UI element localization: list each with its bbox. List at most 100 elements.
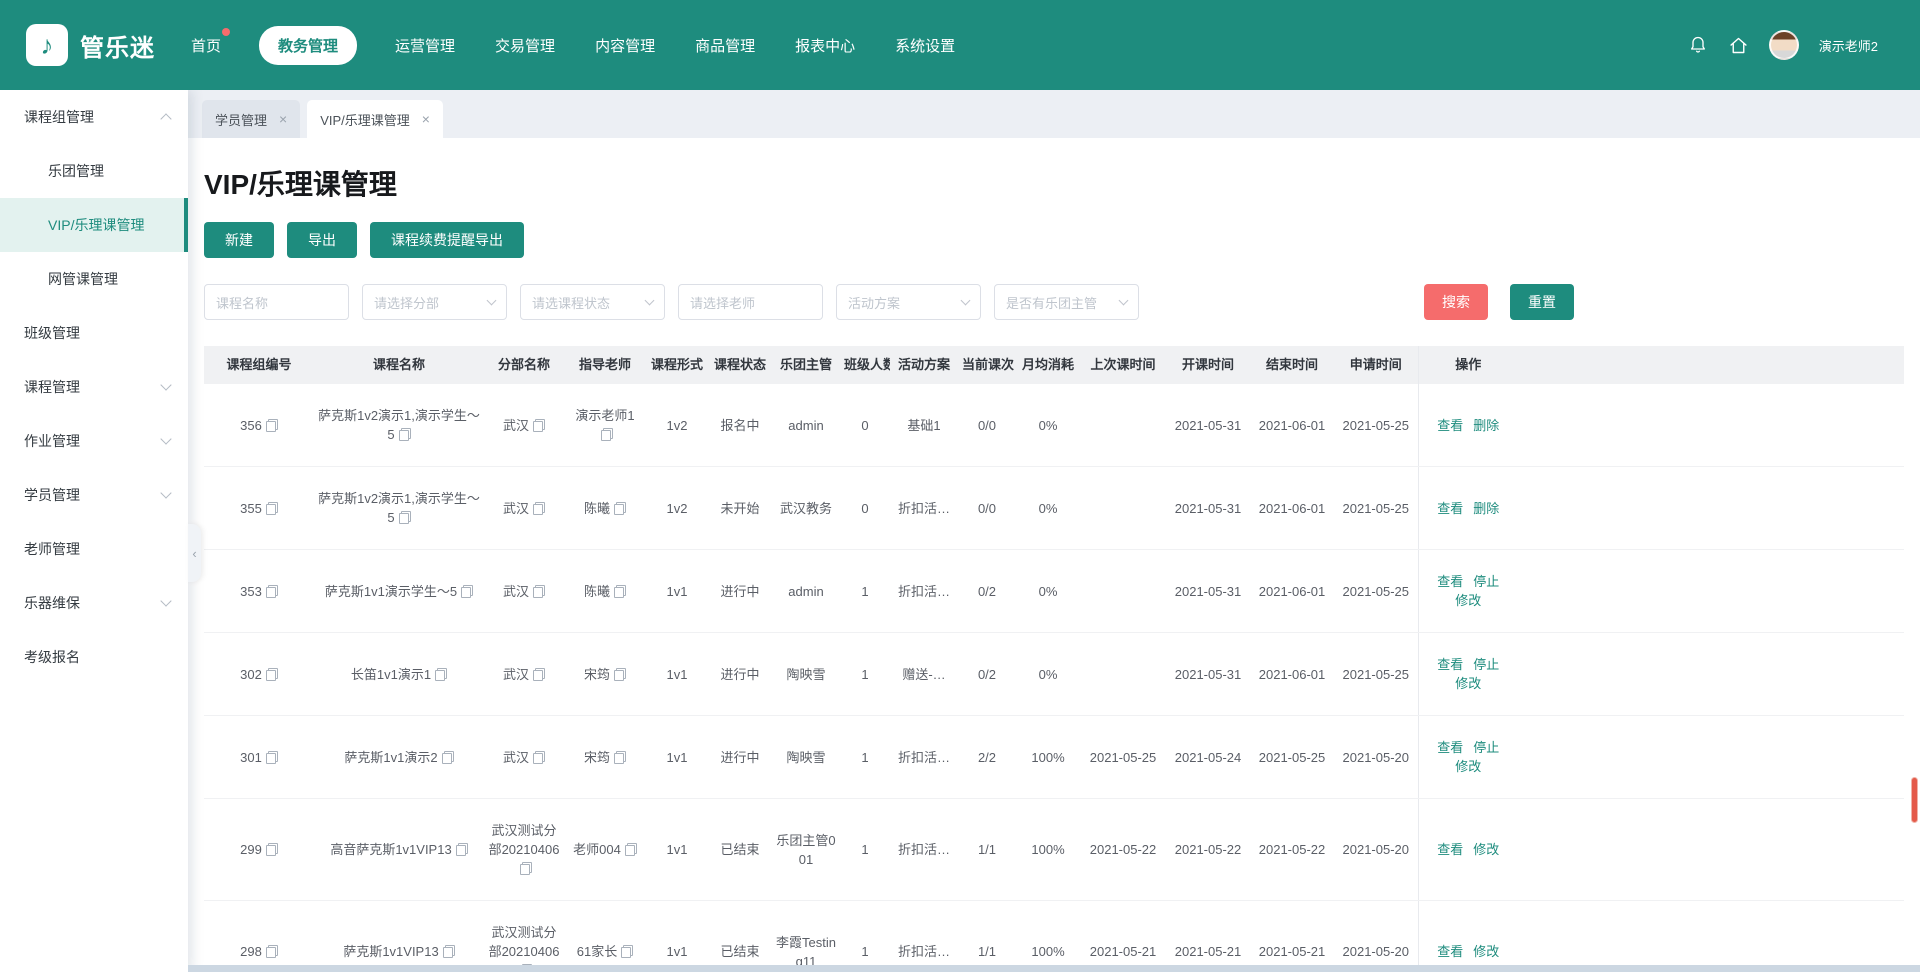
copy-icon[interactable] — [442, 945, 455, 958]
nav-item-7[interactable]: 系统设置 — [893, 26, 957, 65]
sidebar-item-4[interactable]: 班级管理 — [0, 306, 188, 360]
copy-icon[interactable] — [614, 667, 626, 681]
action-edit[interactable]: 修改 — [1455, 593, 1481, 608]
copy-icon[interactable] — [601, 428, 613, 441]
copy-icon[interactable] — [520, 862, 532, 875]
avatar[interactable] — [1768, 30, 1799, 60]
create-button[interactable]: 新建 — [204, 222, 274, 258]
cell-text-manager: admin — [788, 583, 824, 599]
filter-select-4[interactable]: 活动方案 — [836, 284, 981, 320]
copy-icon[interactable] — [533, 418, 545, 432]
copy-icon[interactable] — [265, 945, 278, 958]
copy-icon[interactable] — [614, 584, 626, 598]
copy-icon[interactable] — [398, 428, 411, 441]
user-name[interactable]: 演示老师2 — [1819, 36, 1878, 55]
filter-select-2[interactable]: 请选课程状态 — [520, 284, 665, 320]
copy-icon[interactable] — [624, 843, 637, 856]
copy-icon[interactable] — [265, 750, 278, 764]
action-edit[interactable]: 修改 — [1473, 842, 1499, 857]
bell-icon[interactable] — [1688, 34, 1708, 56]
copy-icon[interactable] — [614, 501, 626, 515]
action-edit[interactable]: 修改 — [1455, 759, 1481, 774]
table-row: 355 萨克斯1v2演示1,演示学生～5 武汉 陈曦 1v2 未开始 武汉教务 0 折扣活… 0/… — [204, 466, 1904, 550]
action-stop[interactable]: 停止 — [1473, 574, 1499, 589]
brand-logo[interactable]: ♪ 管乐迷 — [26, 24, 155, 66]
action-edit[interactable]: 修改 — [1473, 944, 1499, 959]
action-view[interactable]: 查看 — [1437, 501, 1463, 516]
copy-icon[interactable] — [265, 843, 278, 856]
copy-icon[interactable] — [461, 584, 474, 598]
filter-input-0[interactable]: 课程名称 — [204, 284, 349, 320]
sidebar-item-1[interactable]: 乐团管理 — [0, 144, 188, 198]
sidebar-collapse-handle[interactable]: ‹ — [188, 524, 201, 582]
cell-manager: 武汉教务 — [772, 466, 840, 550]
export-button[interactable]: 导出 — [287, 222, 357, 258]
copy-icon[interactable] — [621, 945, 634, 958]
copy-icon[interactable] — [614, 750, 626, 764]
action-view[interactable]: 查看 — [1437, 944, 1463, 959]
nav-item-3[interactable]: 交易管理 — [493, 26, 557, 65]
action-stop[interactable]: 停止 — [1473, 740, 1499, 755]
action-edit[interactable]: 修改 — [1455, 676, 1481, 691]
action-delete[interactable]: 删除 — [1473, 418, 1499, 433]
nav-item-4[interactable]: 内容管理 — [593, 26, 657, 65]
sidebar-item-7[interactable]: 学员管理 — [0, 468, 188, 522]
sidebar-item-3[interactable]: 网管课管理 — [0, 252, 188, 306]
copy-icon[interactable] — [435, 667, 448, 681]
cell-text-name: 萨克斯1v1演示学生～5 — [324, 583, 458, 599]
sidebar-item-9[interactable]: 乐器维保 — [0, 576, 188, 630]
action-delete[interactable]: 删除 — [1473, 501, 1499, 516]
tab-0[interactable]: 学员管理 × — [202, 100, 301, 138]
copy-icon[interactable] — [265, 418, 278, 432]
cell-text-teacher: 老师004 — [573, 842, 621, 857]
sidebar-item-5[interactable]: 课程管理 — [0, 360, 188, 414]
copy-icon[interactable] — [455, 843, 468, 856]
nav-item-6[interactable]: 报表中心 — [793, 26, 857, 65]
nav-item-1[interactable]: 教务管理 — [259, 25, 358, 65]
copy-icon[interactable] — [533, 501, 545, 515]
horizontal-scrollbar[interactable] — [188, 965, 1920, 972]
action-view[interactable]: 查看 — [1437, 418, 1463, 433]
tab-close-icon[interactable]: × — [279, 112, 287, 126]
copy-icon[interactable] — [441, 750, 454, 764]
action-view[interactable]: 查看 — [1437, 740, 1463, 755]
nav-item-2[interactable]: 运营管理 — [393, 26, 457, 65]
cell-status: 报名中 — [708, 384, 772, 467]
action-stop[interactable]: 停止 — [1473, 657, 1499, 672]
action-view[interactable]: 查看 — [1437, 574, 1463, 589]
filter-select-5[interactable]: 是否有乐团主管 — [994, 284, 1139, 320]
copy-icon[interactable] — [398, 511, 411, 524]
filter-select-1[interactable]: 请选择分部 — [362, 284, 507, 320]
col-header-form: 课程形式 — [646, 346, 708, 384]
tab-1[interactable]: VIP/乐理课管理 × — [307, 100, 443, 138]
sidebar-item-6[interactable]: 作业管理 — [0, 414, 188, 468]
tab-close-icon[interactable]: × — [422, 112, 430, 126]
action-view[interactable]: 查看 — [1437, 842, 1463, 857]
vertical-scrollbar-thumb[interactable] — [1911, 777, 1918, 823]
copy-icon[interactable] — [265, 501, 278, 515]
action-view[interactable]: 查看 — [1437, 657, 1463, 672]
nav-item-5[interactable]: 商品管理 — [693, 26, 757, 65]
sidebar-item-2[interactable]: VIP/乐理课管理 — [0, 198, 188, 252]
copy-icon[interactable] — [533, 750, 545, 764]
cell-text-apply: 2021-05-25 — [1342, 583, 1410, 599]
cell-text-branch: 武汉测试分部20210406 — [488, 925, 560, 959]
sidebar-item-8[interactable]: 老师管理 — [0, 522, 188, 576]
cell-text-manager: 陶映雪 — [786, 666, 826, 682]
search-button[interactable]: 搜索 — [1424, 284, 1488, 320]
cell-start: 2021-05-31 — [1166, 466, 1250, 550]
cell-end: 2021-06-01 — [1250, 549, 1334, 633]
sidebar-item-0[interactable]: 课程组管理 — [0, 90, 188, 144]
copy-icon[interactable] — [533, 667, 545, 681]
reset-button[interactable]: 重置 — [1510, 284, 1574, 320]
cell-current: 0/2 — [958, 549, 1016, 633]
home-icon[interactable] — [1728, 35, 1749, 56]
cell-filler — [1518, 466, 1904, 550]
sidebar-item-10[interactable]: 考级报名 — [0, 630, 188, 684]
renewal-reminder-export-button[interactable]: 课程续费提醒导出 — [370, 222, 524, 258]
filter-input-3[interactable]: 请选择老师 — [678, 284, 823, 320]
copy-icon[interactable] — [533, 584, 545, 598]
nav-item-0[interactable]: 首页 — [189, 26, 231, 65]
copy-icon[interactable] — [265, 667, 278, 681]
copy-icon[interactable] — [265, 584, 278, 598]
